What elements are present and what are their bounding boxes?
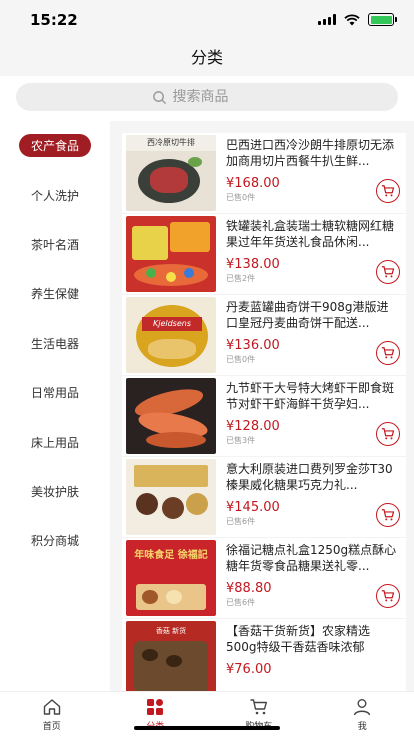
- user-icon: [354, 699, 371, 716]
- sidebar-item-label: 积分商城: [30, 534, 79, 549]
- product-price: ¥138.00: [226, 257, 280, 272]
- wifi-icon: [344, 13, 360, 25]
- sidebar-item-tea-wine[interactable]: 茶叶名酒: [0, 220, 110, 269]
- home-indicator: [134, 726, 280, 730]
- home-icon: [43, 699, 60, 715]
- product-image: [126, 216, 216, 292]
- product-title: 意大利原装进口费列罗金莎T30榛果威化糖果巧克力礼...: [226, 462, 393, 492]
- product-sold-count: 已售6件: [226, 517, 256, 526]
- product-price: ¥76.00: [226, 662, 272, 677]
- sidebar-item-label: 床上用品: [30, 435, 79, 450]
- sidebar-item-label: 个人洗护: [30, 188, 79, 203]
- product-image: 西冷原切牛排: [126, 135, 216, 211]
- page-title: 分类: [190, 48, 223, 67]
- product-card[interactable]: 西冷原切牛排 巴西进口西冷沙朗牛排原切无添加商用切片西餐牛扒生鲜... ¥168…: [122, 133, 406, 214]
- category-icon: [147, 699, 164, 715]
- product-price: ¥145.00: [226, 500, 280, 515]
- product-title: 九节虾干大号特大烤虾干即食斑节对虾干虾海鲜干货孕妇...: [226, 381, 395, 411]
- product-image: [126, 459, 216, 535]
- product-price: ¥88.80: [226, 581, 272, 596]
- tab-home[interactable]: 首页: [0, 692, 104, 736]
- cart-icon: [381, 590, 395, 602]
- search-bar: [0, 76, 414, 121]
- signal-icon: [318, 14, 336, 25]
- category-sidebar: 农产食品 个人洗护 茶叶名酒 养生保健 生活电器 日常用品 床上用品 美妆护肤 …: [0, 121, 110, 691]
- add-to-cart-button[interactable]: [376, 179, 400, 203]
- cart-icon: [381, 509, 395, 521]
- product-list: 西冷原切牛排 巴西进口西冷沙朗牛排原切无添加商用切片西餐牛扒生鲜... ¥168…: [110, 121, 414, 691]
- product-image-text: 香菇 新货: [155, 627, 187, 635]
- product-title: 铁罐装礼盒装瑞士糖软糖网红糖果过年年货送礼食品休闲...: [226, 219, 395, 249]
- product-image-text: Kjeldsens: [142, 317, 202, 331]
- product-image: Kjeldsens: [126, 297, 216, 373]
- product-image: 香菇 新货: [126, 621, 216, 691]
- sidebar-item-label: 养生保健: [30, 287, 79, 302]
- add-to-cart-button[interactable]: [376, 341, 400, 365]
- sidebar-item-label: 美妆护肤: [30, 484, 79, 499]
- product-image: 年味食足 徐福記: [126, 540, 216, 616]
- sidebar-item-label: 日常用品: [30, 386, 79, 401]
- sidebar-item-appliances[interactable]: 生活电器: [0, 319, 110, 368]
- cart-icon: [250, 699, 267, 715]
- tab-me[interactable]: 我: [311, 692, 414, 736]
- product-sold-count: 已售6件: [226, 598, 256, 607]
- product-price: ¥168.00: [226, 176, 280, 191]
- sidebar-item-agri-food[interactable]: 农产食品: [0, 121, 110, 170]
- search-icon: [152, 90, 166, 104]
- add-to-cart-button[interactable]: [376, 503, 400, 527]
- search-input[interactable]: [172, 89, 263, 105]
- sidebar-item-beauty[interactable]: 美妆护肤: [0, 467, 110, 516]
- product-title: 丹麦蓝罐曲奇饼干908g港版进口皇冠丹麦曲奇饼干配送...: [226, 300, 389, 330]
- status-time: 15:22: [30, 11, 78, 29]
- sidebar-item-label: 生活电器: [30, 336, 79, 351]
- product-card[interactable]: 意大利原装进口费列罗金莎T30榛果威化糖果巧克力礼... ¥145.00 已售6…: [122, 457, 406, 538]
- product-card[interactable]: 年味食足 徐福記 徐福记糖点礼盒1250g糕点酥心糖年货零食品糖果送礼零... …: [122, 538, 406, 619]
- search-box[interactable]: [16, 83, 398, 111]
- product-card[interactable]: 铁罐装礼盒装瑞士糖软糖网红糖果过年年货送礼食品休闲... ¥138.00 已售2…: [122, 214, 406, 295]
- product-sold-count: 已售0件: [226, 193, 256, 202]
- status-icons: [318, 13, 397, 26]
- tab-label: 首页: [42, 722, 61, 732]
- sidebar-item-personal-care[interactable]: 个人洗护: [0, 170, 110, 219]
- sidebar-item-points-mall[interactable]: 积分商城: [0, 516, 110, 565]
- sidebar-item-label: 农产食品: [18, 134, 91, 158]
- sidebar-item-label: 茶叶名酒: [30, 237, 79, 252]
- product-price: ¥136.00: [226, 338, 280, 353]
- sidebar-item-daily-goods[interactable]: 日常用品: [0, 368, 110, 417]
- nav-header: 分类: [0, 40, 414, 76]
- product-title: 巴西进口西冷沙朗牛排原切无添加商用切片西餐牛扒生鲜...: [226, 138, 395, 168]
- product-card[interactable]: 香菇 新货 【香菇干货新货】农家精选500g特级干香菇香味浓郁 ¥76.00: [122, 619, 406, 691]
- sidebar-item-health[interactable]: 养生保健: [0, 269, 110, 318]
- status-bar: 15:22: [0, 0, 414, 40]
- product-card[interactable]: 九节虾干大号特大烤虾干即食斑节对虾干虾海鲜干货孕妇... ¥128.00 已售3…: [122, 376, 406, 457]
- product-title: 【香菇干货新货】农家精选500g特级干香菇香味浓郁: [226, 624, 371, 654]
- tab-label: 我: [357, 722, 367, 732]
- product-card[interactable]: Kjeldsens 丹麦蓝罐曲奇饼干908g港版进口皇冠丹麦曲奇饼干配送... …: [122, 295, 406, 376]
- sidebar-item-bedding[interactable]: 床上用品: [0, 417, 110, 466]
- product-sold-count: 已售3件: [226, 436, 256, 445]
- product-image: [126, 378, 216, 454]
- cart-icon: [381, 185, 395, 197]
- cart-icon: [381, 347, 395, 359]
- add-to-cart-button[interactable]: [376, 260, 400, 284]
- battery-icon: [368, 13, 397, 26]
- add-to-cart-button[interactable]: [376, 584, 400, 608]
- product-sold-count: 已售2件: [226, 274, 256, 283]
- cart-icon: [381, 266, 395, 278]
- product-image-text: 年味食足 徐福記: [134, 550, 208, 561]
- cart-icon: [381, 428, 395, 440]
- product-image-text: 西冷原切牛排: [126, 135, 216, 151]
- product-title: 徐福记糖点礼盒1250g糕点酥心糖年货零食品糖果送礼零...: [226, 543, 397, 573]
- product-sold-count: 已售0件: [226, 355, 256, 364]
- add-to-cart-button[interactable]: [376, 422, 400, 446]
- product-price: ¥128.00: [226, 419, 280, 434]
